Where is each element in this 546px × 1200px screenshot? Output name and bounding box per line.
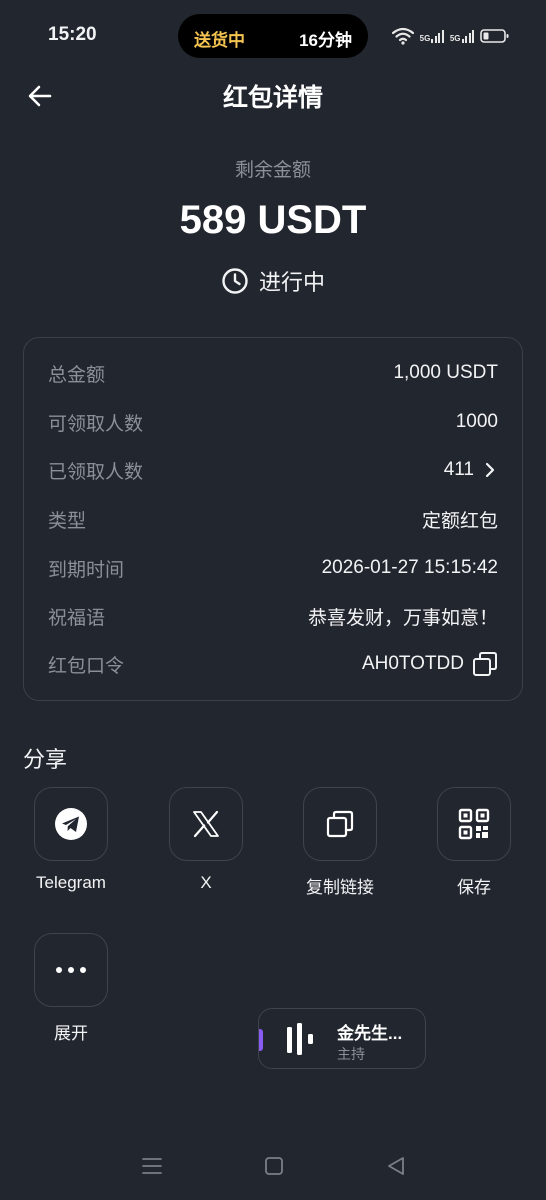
details-card: 总金额 1,000 USDT 可领取人数 1000 已领取人数 411 类型 定… xyxy=(23,337,523,701)
floating-player[interactable]: 金先生... 主持 xyxy=(258,1008,426,1069)
detail-value: 定额红包 xyxy=(421,510,498,532)
detail-row-expiry: 到期时间 2026-01-27 15:15:42 xyxy=(48,553,498,583)
audio-wave-icon xyxy=(287,1023,313,1055)
detail-value: 411 xyxy=(443,459,474,480)
system-navigation-bar xyxy=(0,1140,546,1190)
network-type-1: 5G xyxy=(419,34,431,43)
share-label: 复制链接 xyxy=(306,878,374,897)
detail-value: AH0TOTDD xyxy=(361,653,464,674)
share-telegram-button[interactable] xyxy=(34,787,108,861)
share-label: 保存 xyxy=(457,878,491,897)
detail-row-code: 红包口令 AH0TOTDD xyxy=(48,649,498,679)
status-text: 进行中 xyxy=(258,270,325,295)
telegram-icon xyxy=(55,808,87,840)
status-time: 15:20 xyxy=(48,24,97,45)
detail-value: 2026-01-27 15:15:42 xyxy=(321,557,498,578)
detail-value: 1,000 USDT xyxy=(393,362,498,383)
wifi-icon xyxy=(391,27,414,45)
qr-code-icon xyxy=(458,808,490,840)
clock-icon xyxy=(222,268,248,294)
x-logo-icon xyxy=(193,810,219,838)
share-copy-link-button[interactable] xyxy=(303,787,377,861)
battery-icon xyxy=(480,29,509,43)
page-title: 红包详情 xyxy=(222,84,323,112)
nav-back-button[interactable] xyxy=(384,1154,408,1178)
status-bar: 15:20 送货中 16分钟 5G 5G xyxy=(0,0,546,72)
detail-label: 已领取人数 xyxy=(48,461,144,483)
home-square-icon xyxy=(265,1157,283,1175)
detail-value: 恭喜发财，万事如意！ xyxy=(307,607,498,629)
network-type-2: 5G xyxy=(449,34,461,43)
menu-icon xyxy=(142,1158,162,1174)
share-more[interactable]: 展开 xyxy=(16,933,126,1044)
share-label: 展开 xyxy=(54,1024,88,1043)
detail-row-greeting: 祝福语 恭喜发财，万事如意！ xyxy=(48,601,498,631)
detail-label: 到期时间 xyxy=(48,559,125,581)
detail-label: 类型 xyxy=(48,510,87,532)
island-status: 送货中 xyxy=(194,31,245,50)
back-triangle-icon xyxy=(388,1157,404,1175)
copy-icon[interactable] xyxy=(472,651,498,677)
cellular-signal-2-icon: 5G xyxy=(450,29,474,43)
share-more-button[interactable] xyxy=(34,933,108,1007)
detail-row-total: 总金额 1,000 USDT xyxy=(48,358,498,388)
remaining-amount: 589 USDT xyxy=(179,198,367,242)
share-telegram[interactable]: Telegram xyxy=(16,787,126,893)
share-copy-link[interactable]: 复制链接 xyxy=(285,787,395,898)
nav-menu-button[interactable] xyxy=(140,1154,164,1178)
share-label: Telegram xyxy=(36,873,106,892)
share-label: X xyxy=(200,873,212,892)
more-icon xyxy=(56,967,86,973)
status-row: 进行中 xyxy=(0,265,546,297)
detail-row-claimable: 可领取人数 1000 xyxy=(48,407,498,437)
player-host-role: 主持 xyxy=(337,1046,365,1062)
detail-row-type: 类型 定额红包 xyxy=(48,504,498,534)
detail-row-claimed[interactable]: 已领取人数 411 xyxy=(48,455,498,485)
detail-label: 总金额 xyxy=(48,364,106,386)
detail-label: 可领取人数 xyxy=(48,413,144,435)
player-host-name: 金先生... xyxy=(337,1024,403,1043)
remaining-amount-label: 剩余金额 xyxy=(234,160,311,181)
share-x-button[interactable] xyxy=(169,787,243,861)
share-save[interactable]: 保存 xyxy=(419,787,529,898)
player-accent-bar xyxy=(259,1029,263,1051)
share-save-button[interactable] xyxy=(437,787,511,861)
dynamic-island[interactable]: 送货中 16分钟 xyxy=(178,14,368,58)
share-x[interactable]: X xyxy=(151,787,261,893)
detail-label: 祝福语 xyxy=(48,607,106,629)
cellular-signal-1-icon: 5G xyxy=(420,29,444,43)
status-icons: 5G 5G xyxy=(391,24,510,48)
share-title: 分享 xyxy=(23,747,68,772)
copy-link-icon xyxy=(326,810,354,838)
detail-value: 1000 xyxy=(455,411,498,432)
chevron-right-icon xyxy=(485,462,495,478)
island-minutes: 16分钟 xyxy=(299,31,352,50)
nav-home-button[interactable] xyxy=(262,1154,286,1178)
detail-label: 红包口令 xyxy=(48,655,125,677)
